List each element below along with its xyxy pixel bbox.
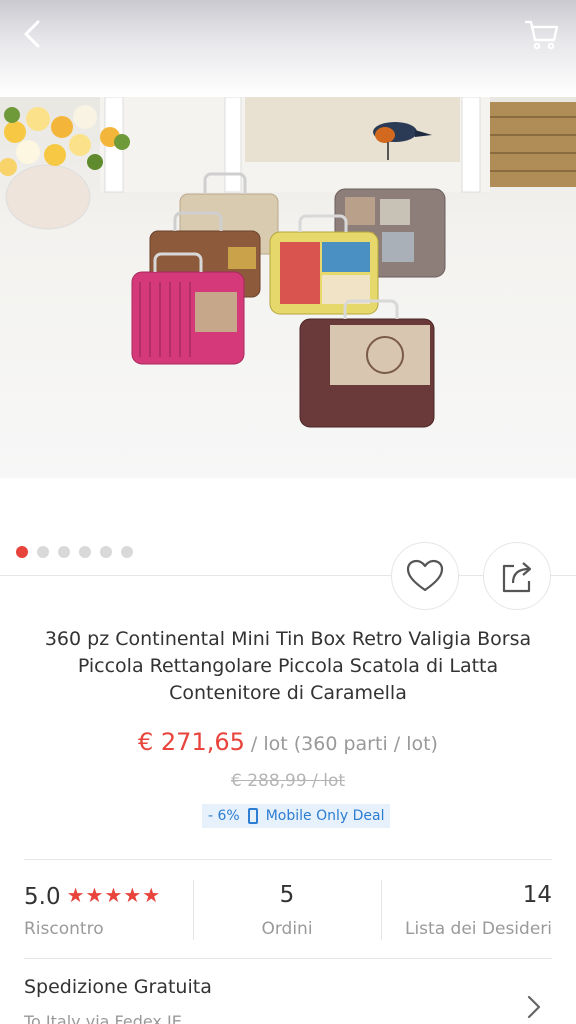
- pagination-dot[interactable]: [121, 546, 133, 558]
- orders-label: Ordini: [261, 919, 313, 939]
- top-bar: [0, 0, 576, 97]
- mobile-deal-badge: - 6% Mobile Only Deal: [202, 804, 391, 828]
- cart-button[interactable]: [522, 14, 562, 54]
- discount-percent: - 6%: [208, 808, 240, 824]
- heart-icon: [406, 559, 444, 592]
- product-photo: [0, 97, 576, 428]
- original-price: € 288,99 / lot: [230, 771, 346, 791]
- deal-label: Mobile Only Deal: [265, 808, 385, 824]
- back-button[interactable]: [14, 14, 54, 54]
- rating-label: Riscontro: [24, 919, 104, 939]
- pagination-dot[interactable]: [16, 546, 28, 558]
- wishlist-value: 14: [522, 882, 552, 908]
- wishlist-label: Lista dei Desideri: [404, 919, 552, 939]
- mobile-phone-icon: [247, 808, 258, 824]
- orders-stat[interactable]: 5 Ordini: [193, 879, 381, 943]
- pagination-dot[interactable]: [58, 546, 70, 558]
- shipping-subtitle: To Italy via Fedex IE: [24, 1012, 182, 1024]
- divider: [24, 859, 552, 860]
- pagination-dot[interactable]: [37, 546, 49, 558]
- orders-value: 5: [279, 882, 295, 908]
- share-button[interactable]: [483, 542, 551, 610]
- pagination-dot[interactable]: [79, 546, 91, 558]
- pagination-dot[interactable]: [100, 546, 112, 558]
- image-pagination: [16, 546, 133, 558]
- product-image[interactable]: [0, 97, 576, 478]
- wishlist-button[interactable]: [391, 542, 459, 610]
- product-title: 360 pz Continental Mini Tin Box Retro Va…: [44, 628, 532, 704]
- chevron-left-icon: [24, 20, 40, 48]
- shipping-title[interactable]: Spedizione Gratuita: [24, 976, 212, 998]
- price-row: € 271,65 / lot (360 parti / lot): [0, 728, 576, 756]
- shipping-chevron-icon[interactable]: [526, 994, 542, 1020]
- rating-stat[interactable]: 5.0 ★★★★★ Riscontro: [24, 879, 192, 943]
- share-icon: [502, 562, 532, 593]
- divider: [24, 958, 552, 959]
- cart-icon: [524, 20, 559, 50]
- wishlist-stat[interactable]: 14 Lista dei Desideri: [381, 879, 552, 943]
- rating-stars: ★★★★★: [66, 883, 162, 907]
- current-price: € 271,65: [138, 728, 245, 756]
- price-unit: / lot (360 parti / lot): [244, 733, 438, 755]
- rating-value: 5.0: [24, 884, 61, 910]
